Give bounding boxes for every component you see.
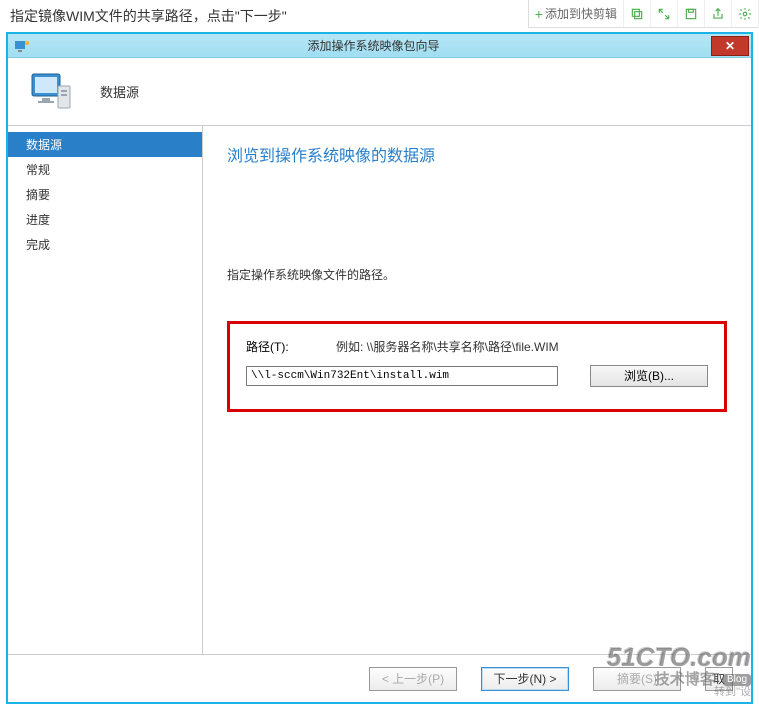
computer-icon xyxy=(28,68,76,116)
copy-icon xyxy=(630,7,644,21)
wizard-footer: < 上一步(P) 下一步(N) > 摘要(S) 取 xyxy=(8,654,751,702)
save-button[interactable] xyxy=(678,0,705,28)
sidebar-item-label: 数据源 xyxy=(26,138,62,152)
wizard-sidebar: 数据源 常规 摘要 进度 完成 xyxy=(8,126,203,654)
expand-button[interactable] xyxy=(651,0,678,28)
next-button[interactable]: 下一步(N) > xyxy=(481,667,569,691)
main-heading: 浏览到操作系统映像的数据源 xyxy=(227,142,727,166)
save-icon xyxy=(684,7,698,21)
add-to-clip-label: 添加到快剪辑 xyxy=(545,5,617,22)
sidebar-item-label: 摘要 xyxy=(26,188,50,202)
path-instruction: 指定操作系统映像文件的路径。 xyxy=(227,266,727,283)
wizard-main-panel: 浏览到操作系统映像的数据源 指定操作系统映像文件的路径。 路径(T): 例如: … xyxy=(203,126,751,654)
path-input[interactable] xyxy=(246,366,558,386)
path-label: 路径(T): xyxy=(246,338,336,355)
editor-toolbar: + 添加到快剪辑 xyxy=(528,0,759,28)
sidebar-item-data-source[interactable]: 数据源 xyxy=(8,132,202,157)
app-icon xyxy=(14,38,30,54)
path-example: 例如: \\服务器名称\共享名称\路径\file.WIM xyxy=(336,338,559,355)
share-button[interactable] xyxy=(705,0,732,28)
sidebar-item-summary[interactable]: 摘要 xyxy=(8,182,202,207)
plus-icon: + xyxy=(535,6,543,22)
sidebar-item-label: 常规 xyxy=(26,163,50,177)
sidebar-item-general[interactable]: 常规 xyxy=(8,157,202,182)
previous-button: < 上一步(P) xyxy=(369,667,457,691)
window-title: 添加操作系统映像包向导 xyxy=(36,37,711,54)
gear-icon xyxy=(738,7,752,21)
titlebar: 添加操作系统映像包向导 ✕ xyxy=(8,34,751,58)
highlighted-region: 路径(T): 例如: \\服务器名称\共享名称\路径\file.WIM 浏览(B… xyxy=(227,321,727,412)
close-icon: ✕ xyxy=(725,39,735,53)
sidebar-item-progress[interactable]: 进度 xyxy=(8,207,202,232)
wizard-header: 数据源 xyxy=(8,58,751,126)
page-title: 数据源 xyxy=(100,82,139,101)
copy-button[interactable] xyxy=(624,0,651,28)
sidebar-item-label: 完成 xyxy=(26,238,50,252)
add-to-clip-button[interactable]: + 添加到快剪辑 xyxy=(529,0,624,28)
close-button[interactable]: ✕ xyxy=(711,36,749,56)
sidebar-item-label: 进度 xyxy=(26,213,50,227)
settings-button[interactable] xyxy=(732,0,759,28)
expand-icon xyxy=(657,7,671,21)
wizard-window: 添加操作系统映像包向导 ✕ 数据源 数据源 常规 摘要 进度 完成 xyxy=(6,32,753,704)
browse-button[interactable]: 浏览(B)... xyxy=(590,365,708,387)
sidebar-item-complete[interactable]: 完成 xyxy=(8,232,202,257)
share-icon xyxy=(711,7,725,21)
cancel-button-partial[interactable]: 取 xyxy=(705,667,733,691)
summary-button: 摘要(S) xyxy=(593,667,681,691)
